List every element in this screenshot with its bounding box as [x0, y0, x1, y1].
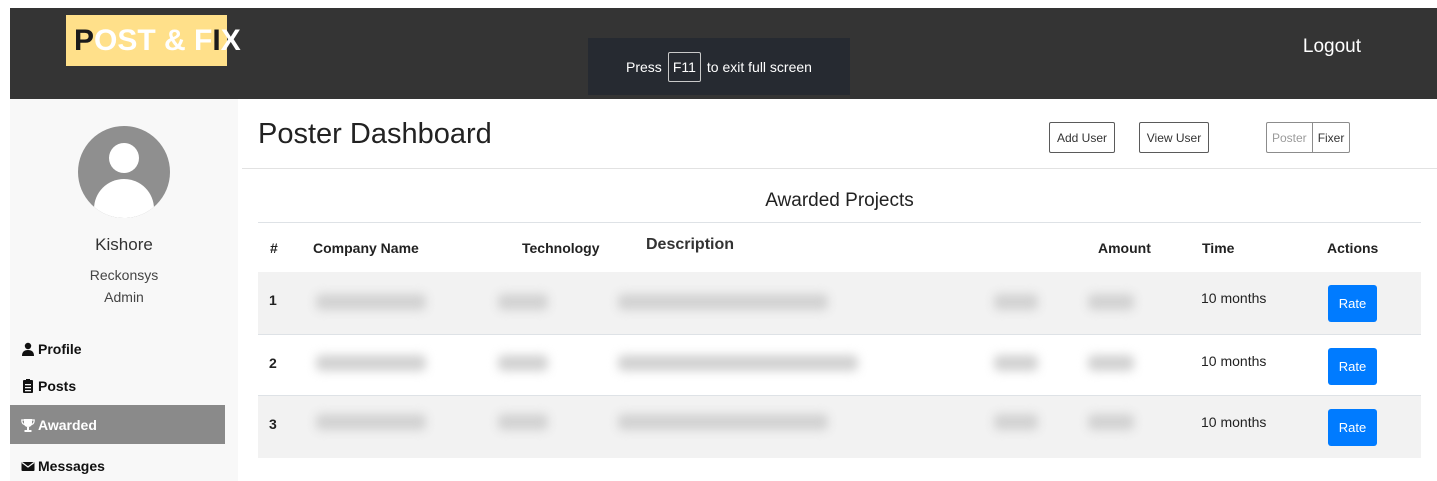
user-icon [21, 342, 35, 356]
sidebar-item-label: Messages [38, 457, 105, 474]
redacted-amount [994, 355, 1038, 371]
table-top-border [258, 222, 1421, 223]
redacted-company [316, 294, 426, 310]
f11-key: F11 [667, 51, 701, 82]
logo-letter-x: X [220, 24, 241, 57]
sidebar-item-label: Awarded [38, 416, 97, 433]
trophy-icon [21, 418, 35, 432]
sidebar-item-label: Posts [38, 377, 77, 394]
page-title: Poster Dashboard [258, 118, 492, 150]
row-time: 10 months [1201, 414, 1267, 430]
logout-link[interactable]: Logout [1303, 36, 1361, 58]
rate-button[interactable]: Rate [1328, 285, 1377, 322]
redacted-amount-2 [1088, 414, 1134, 430]
redacted-technology [498, 294, 548, 310]
user-role: Admin [104, 289, 144, 305]
user-org: Reckonsys [89, 267, 159, 283]
avatar [78, 126, 170, 218]
logo-letter-i: I [212, 24, 221, 57]
add-user-button[interactable]: Add User [1049, 122, 1115, 153]
user-name: Kishore [95, 235, 153, 254]
role-toggle: Poster Fixer [1266, 122, 1351, 153]
row-index: 3 [269, 416, 277, 432]
toggle-poster[interactable]: Poster [1267, 123, 1313, 152]
rate-button[interactable]: Rate [1328, 409, 1377, 446]
view-user-button[interactable]: View User [1139, 122, 1209, 153]
sidebar-item-profile[interactable]: Profile [10, 329, 225, 368]
redacted-company [316, 414, 426, 430]
sidebar-item-label: Profile [38, 340, 82, 357]
toggle-fixer[interactable]: Fixer [1313, 123, 1350, 152]
logo-text-ost-f: OST & F [94, 24, 213, 57]
redacted-amount-2 [1088, 294, 1134, 310]
redacted-amount [994, 294, 1038, 310]
row-time: 10 months [1201, 290, 1267, 306]
column-header-description: Description [646, 236, 735, 253]
redacted-amount [994, 414, 1038, 430]
redacted-technology [498, 414, 548, 430]
sidebar: Kishore Reckonsys Admin Profile Posts Aw… [10, 99, 238, 481]
redacted-amount-2 [1088, 355, 1134, 371]
fullscreen-rest-text: to exit full screen [706, 58, 812, 75]
table-row: 3 10 months Rate [258, 396, 1421, 458]
column-header-amount: Amount [1098, 240, 1151, 256]
post-and-fix-logo[interactable]: POST & FIX [66, 15, 241, 66]
column-header-technology: Technology [522, 240, 600, 256]
section-title: Awarded Projects [765, 190, 914, 211]
sidebar-item-posts[interactable]: Posts [10, 366, 225, 405]
envelope-icon [21, 459, 35, 473]
redacted-technology [498, 355, 548, 371]
table-row: 2 10 months Rate [258, 334, 1421, 396]
table-row: 1 10 months Rate [258, 272, 1421, 334]
fullscreen-notice: Press F11 to exit full screen [588, 38, 850, 95]
column-header-time: Time [1202, 240, 1235, 256]
row-index: 1 [269, 292, 277, 308]
redacted-description [618, 414, 828, 430]
column-header-actions: Actions [1327, 240, 1379, 256]
fullscreen-press-text: Press [626, 58, 662, 75]
redacted-description [618, 294, 828, 310]
column-header-company: Company Name [313, 240, 419, 256]
row-index: 2 [269, 355, 277, 371]
rate-button[interactable]: Rate [1328, 348, 1377, 385]
avatar-shoulders-shape [94, 179, 154, 218]
redacted-company [316, 355, 426, 371]
logo-letter-p: P [74, 24, 95, 57]
sidebar-item-awarded[interactable]: Awarded [10, 405, 225, 444]
clipboard-icon [21, 378, 35, 393]
sidebar-item-messages[interactable]: Messages [10, 446, 225, 481]
column-header-index: # [270, 240, 278, 256]
avatar-head-shape [109, 143, 139, 173]
header-divider [242, 168, 1437, 169]
redacted-description [618, 355, 858, 371]
row-time: 10 months [1201, 353, 1267, 369]
